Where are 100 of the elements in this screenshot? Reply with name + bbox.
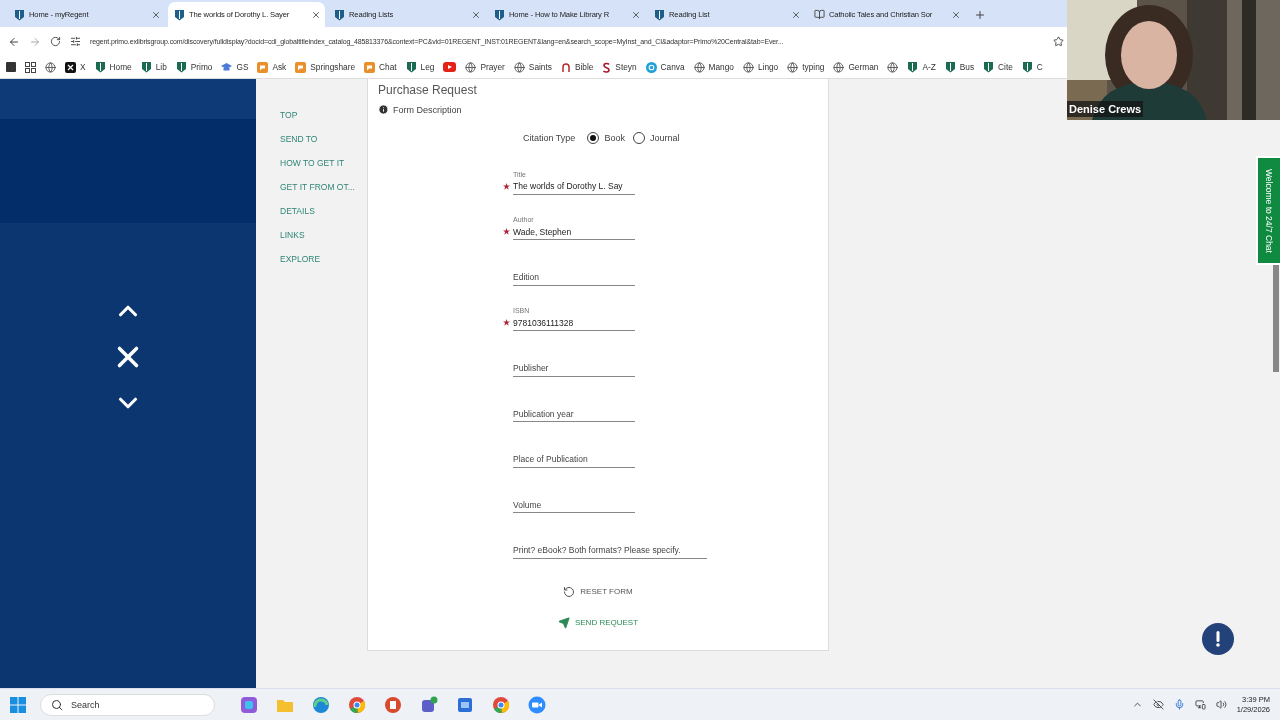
radio-option[interactable]: Journal [632, 132, 680, 144]
close-icon[interactable] [471, 9, 481, 20]
microphone-icon[interactable] [1173, 699, 1185, 710]
app-tiles-icon[interactable] [240, 695, 258, 714]
bookmark-link[interactable]: GS [221, 62, 249, 72]
input-field[interactable]: Publisher [513, 360, 635, 377]
input-field[interactable]: Volume [513, 497, 635, 513]
globe-icon [787, 61, 799, 73]
radio-option[interactable]: Book [587, 132, 625, 144]
bookmark-link[interactable]: Springshare [295, 61, 356, 73]
back-icon[interactable] [8, 35, 20, 48]
graduation-cap-icon [221, 62, 233, 72]
video-app-icon[interactable] [528, 695, 546, 714]
chat-bubble-icon [295, 61, 307, 73]
chrome-icon[interactable] [348, 695, 366, 714]
section-link[interactable]: EXPLORE [280, 253, 367, 265]
reset-form-button[interactable]: RESET FORM [559, 583, 637, 600]
chrome-icon[interactable] [492, 695, 510, 714]
bookmark-link[interactable]: Lib [140, 61, 167, 73]
exclamation-icon [1216, 631, 1220, 647]
bookmark-link[interactable]: X [65, 61, 86, 73]
book-shield-icon [405, 61, 417, 73]
teams-app-icon[interactable] [420, 695, 438, 714]
book-shield-icon [14, 8, 25, 21]
reset-icon [563, 585, 576, 598]
input-field[interactable]: 9781036111328 [513, 315, 635, 331]
info-icon [378, 104, 389, 115]
site-settings-icon[interactable] [70, 36, 81, 47]
globe-icon [887, 61, 899, 73]
form-title: Purchase Request [378, 83, 478, 97]
eye-off-icon[interactable] [1152, 699, 1164, 710]
form-description-link[interactable]: Form Description [393, 104, 462, 115]
book-shield-icon [983, 61, 995, 73]
input-field[interactable]: Wade, Stephen [513, 224, 635, 240]
section-link[interactable]: HOW TO GET IT [280, 157, 367, 169]
bookmark-link[interactable]: typing [787, 61, 825, 73]
scrollbar-thumb[interactable] [1273, 264, 1279, 372]
citation-type-label: Citation Type [523, 133, 576, 143]
close-icon[interactable] [631, 9, 641, 20]
bookmark-link[interactable]: C [1021, 61, 1043, 73]
bookmark-link[interactable]: Steyn [602, 61, 637, 73]
search-icon [51, 698, 63, 711]
bookmark-link[interactable]: A-Z [907, 61, 936, 73]
globe-icon [45, 61, 56, 73]
bookmark-link[interactable]: Lingo [742, 61, 779, 73]
bookmark-link[interactable]: German [833, 61, 879, 73]
reload-icon[interactable] [50, 36, 61, 47]
input-field[interactable]: The worlds of Dorothy L. Say [513, 178, 635, 195]
send-request-button[interactable]: SEND REQUEST [553, 614, 643, 631]
bookmark-link[interactable]: Prayer [465, 61, 505, 73]
input-field[interactable]: Place of Publication [513, 451, 635, 468]
section-link[interactable]: TOP [280, 109, 367, 121]
input-field[interactable]: Print? eBook? Both formats? Please specify. [513, 542, 707, 559]
word-app-icon[interactable] [456, 695, 474, 714]
input-field[interactable]: Publication year [513, 406, 635, 422]
bookmark-link[interactable]: Bible [560, 61, 594, 73]
taskbar-search-field[interactable]: Search [40, 693, 215, 716]
bookmark-link[interactable]: Ask [257, 61, 287, 73]
book-shield-icon [334, 8, 345, 21]
bookmark-link[interactable]: Primo [175, 61, 213, 73]
stop-icon [6, 62, 16, 72]
browser-wave-icon[interactable] [312, 695, 330, 714]
globe-icon [742, 61, 754, 73]
section-link[interactable]: SEND TO [280, 133, 367, 145]
participant-name: Denise Crews [1067, 101, 1144, 117]
section-link[interactable]: LINKS [280, 229, 367, 241]
slides-app-icon[interactable] [384, 695, 402, 714]
globe-icon [465, 61, 477, 73]
input-field[interactable]: Edition [513, 269, 635, 286]
bookmark-link[interactable]: Bus [944, 61, 975, 73]
close-icon[interactable] [151, 9, 161, 20]
bookmark-link[interactable]: Chat [364, 61, 397, 73]
close-icon[interactable] [311, 9, 321, 20]
section-link[interactable]: DETAILS [280, 205, 367, 217]
globe-icon [693, 61, 705, 73]
alert-button[interactable] [1202, 623, 1234, 655]
display-icon[interactable] [1194, 699, 1206, 710]
bookmark-star-icon[interactable] [1053, 36, 1064, 47]
book-shield-icon [140, 61, 152, 73]
bookmark-link[interactable]: Home [94, 61, 132, 73]
close-icon[interactable] [951, 9, 961, 20]
chat-bubble-icon [364, 61, 376, 73]
globe-icon [833, 61, 845, 73]
chat-tab[interactable]: Welcome to 24/7 Chat [1256, 156, 1280, 265]
chat-bubble-icon [257, 61, 269, 73]
bookmark-link[interactable]: Saints [513, 61, 552, 73]
book-shield-icon [944, 61, 956, 73]
speaker-icon[interactable] [1215, 699, 1227, 710]
book-shield-icon [1021, 61, 1033, 73]
book-icon [814, 9, 825, 20]
bookmark-link[interactable]: Mango [693, 61, 734, 73]
serif-s-icon [602, 61, 612, 73]
section-link[interactable]: GET IT FROM OT... [280, 181, 367, 193]
bookmark-link[interactable]: Leg [405, 61, 435, 73]
send-icon [557, 616, 570, 629]
book-shield-icon [94, 61, 106, 73]
close-icon[interactable] [791, 9, 801, 20]
windows-start-icon[interactable] [10, 696, 26, 713]
bookmark-link[interactable]: Canva [645, 61, 685, 73]
bookmark-link[interactable]: Cite [983, 61, 1013, 73]
